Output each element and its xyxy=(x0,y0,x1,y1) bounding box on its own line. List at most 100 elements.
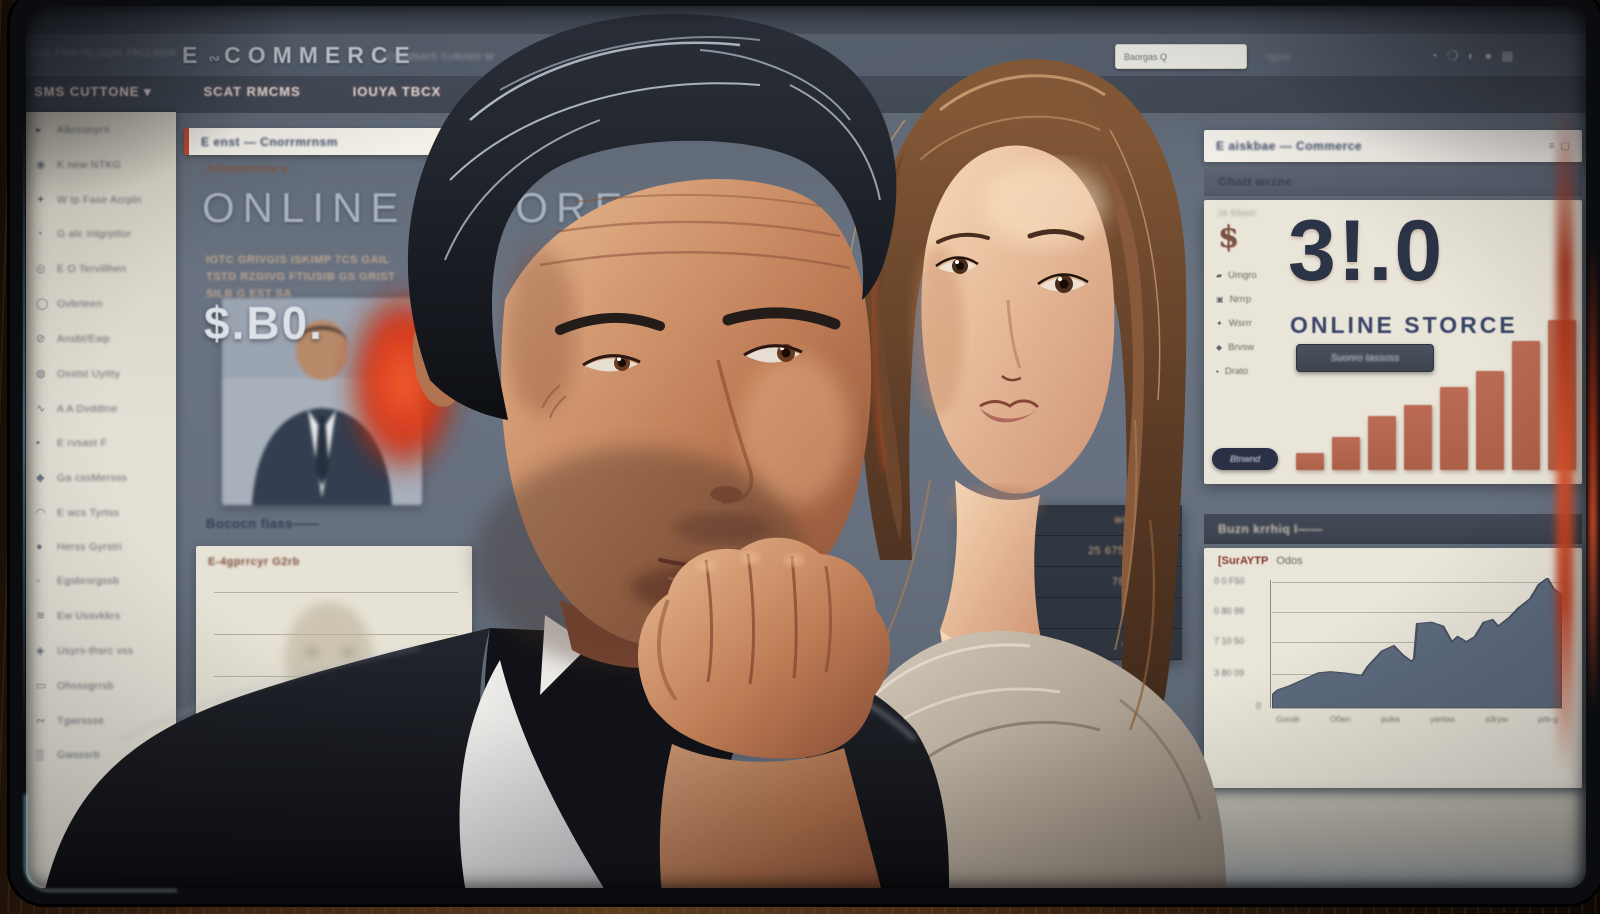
y-axis-tick-label: 3 80 09 xyxy=(1214,668,1244,678)
sidebar-item[interactable]: ◔ G alc Intgrpttor xyxy=(24,217,176,251)
sidebar-item[interactable]: ◎ E O Tervillhen xyxy=(24,251,176,286)
table-row[interactable]: 33.2 783 del 0 0 xyxy=(962,567,1182,598)
header-left-text: SIID PWA ISLOQIS PACLIIGN xyxy=(30,48,176,59)
sidebar-item[interactable]: ◠ E wcs Tyrtss xyxy=(24,495,176,530)
header-icon[interactable]: ❍ xyxy=(1447,48,1459,64)
sidebar-item-icon: ▒ xyxy=(36,749,49,761)
sidebar-item[interactable]: ≋ Ew Ussvkkrs xyxy=(24,598,176,633)
header-right-text: CIONNAIS TURIMS W xyxy=(386,52,494,63)
table-row[interactable]: ADD 0 25 675 8B9 G 0 xyxy=(962,536,1182,567)
sidebar-item-label: W tp Fase Acrpln xyxy=(57,194,142,206)
out-of-focus-band xyxy=(1204,792,1582,888)
stats-menu-icon: ▣ xyxy=(1216,295,1224,304)
sidebar-item[interactable]: ▸ Alkrconyr≡ xyxy=(24,112,176,147)
sidebar-item[interactable]: ∾ Tgwrssse xyxy=(24,703,176,738)
nav-item[interactable]: SMW xyxy=(493,84,528,100)
sidebar-item[interactable]: ▫ Egsbrorgssb xyxy=(24,564,176,598)
man-shirt xyxy=(460,660,620,914)
sidebar-item-icon: ∾ xyxy=(36,714,49,727)
sidebar-item[interactable]: ◆ Ga cssMersss xyxy=(24,460,176,495)
bar xyxy=(1512,341,1540,470)
x-axis-labels: GorabO0enpubayantasa3rywprb-g xyxy=(1276,714,1558,724)
sidebar-item-label: Ohsssgrrsb xyxy=(57,680,114,692)
right-logo-bar[interactable]: E aiskbae — Commerce ≡▢ xyxy=(1204,130,1582,162)
man-suit-right-shoulder xyxy=(760,640,949,914)
sidebar-item[interactable]: ▭ Ohsssgrrsb xyxy=(24,668,176,703)
sidebar-item-icon: ◔ xyxy=(36,228,49,240)
header-icon[interactable]: ◐ xyxy=(1468,48,1476,64)
search-box[interactable] xyxy=(1115,44,1247,69)
trend-chart-panel: [SurAYTPOdos ⋯ 0 0 F500 80 997 10 503 80… xyxy=(1204,548,1582,788)
sidebar-item-label: Egsbrorgssb xyxy=(57,575,119,587)
header-icon[interactable]: ◔ xyxy=(1430,48,1438,64)
sidebar-item[interactable]: ◈ Usyrs-thsrc vss xyxy=(24,633,176,668)
sidebar-item[interactable]: ◯ Ovbrteen xyxy=(24,286,176,321)
pill-badge-button[interactable]: Btnwnd xyxy=(1212,448,1278,470)
customer-panel-header: E-4gprrcyr G2rb xyxy=(208,556,300,568)
sidebar-item[interactable]: ✦ W tp Fase Acrpln xyxy=(24,182,176,217)
storefront-logo-bar[interactable]: E enst — Cnorrmrnsm xyxy=(184,128,576,155)
bar xyxy=(1476,371,1504,470)
stats-menu-item[interactable]: ✦ Wsrrr xyxy=(1216,318,1257,329)
sidebar-item-label: Osstst Uyttty xyxy=(57,368,120,380)
right-logo-text: E aiskbae — Commerce xyxy=(1216,139,1362,153)
cta-label: Suonro tassoss xyxy=(1331,353,1400,364)
orders-table: 681 330 word C940 ADD 0 25 675 8B9 G 0 3… xyxy=(962,505,1182,660)
table-row[interactable]: 681 330 word C940 xyxy=(962,505,1182,536)
header-icon[interactable]: ● xyxy=(1484,48,1492,64)
right-subbar: Ghatt wrzne xyxy=(1204,168,1582,196)
row-value: word C940 xyxy=(1114,514,1172,526)
pill-badge-label: Btnwnd xyxy=(1230,454,1260,464)
dashboard-screen: SIID PWA ISLOQIS PACLIIGN E∾COMMERCE CIO… xyxy=(0,0,1600,914)
online-store-title: ONLINE STIORE xyxy=(202,184,630,232)
nav-item[interactable]: SCAT RMCMS xyxy=(204,84,301,100)
sidebar-item-label: Ga cssMersss xyxy=(57,472,127,484)
stats-menu-item[interactable]: ▪ Drato xyxy=(1216,366,1257,377)
sidebar-item[interactable]: ▒ Gwsssrb xyxy=(24,738,176,772)
sidebar-item-label: K new NTKG xyxy=(57,159,121,171)
row-value: 783 del 0 0 xyxy=(1112,576,1172,588)
y-axis-tick-label: 0 80 99 xyxy=(1214,606,1244,616)
sidebar-item-icon: ● xyxy=(36,541,49,553)
man-face xyxy=(501,179,871,648)
stats-menu-item[interactable]: ◆ Brvsw xyxy=(1216,342,1257,353)
sidebar-item-label: Usyrs-thsrc vss xyxy=(57,645,133,657)
sidebar-item[interactable]: ● Herss Gyrstri xyxy=(24,530,176,564)
man-forearm xyxy=(660,744,888,914)
sidebar-item[interactable]: ◍ Osstst Uyttty xyxy=(24,356,176,391)
big-metric-number: 3!.0 xyxy=(1288,208,1444,294)
header-icon[interactable]: ▦ xyxy=(1501,48,1513,64)
x-axis-tick-label: yantas xyxy=(1430,714,1455,724)
row-value: 4 320 0 4 xyxy=(1122,638,1172,650)
stats-menu-label: Nrrrp xyxy=(1230,294,1252,305)
bottom-header-text: Buzn krrhiq I—— xyxy=(1218,522,1323,536)
woman-top xyxy=(824,631,1226,914)
stats-menu-icon: ▰ xyxy=(1216,271,1222,280)
table-row[interactable]: 68 6K3 0 xyxy=(962,598,1182,629)
stats-menu-item[interactable]: ▰ Umgro xyxy=(1216,270,1257,281)
sidebar-item-icon: ◠ xyxy=(36,506,49,519)
table-row[interactable]: 4 320 0 4 xyxy=(962,629,1182,660)
menu-icon[interactable]: ≡ xyxy=(1549,141,1555,152)
stats-panel: zk Kbavt $ ▰ Umgro ▣ Nrrrp ✦ xyxy=(1204,200,1582,484)
sidebar-item[interactable]: ◉ K new NTKG xyxy=(24,147,176,182)
sidebar-item[interactable]: ⊘ Ansbt/Ewp xyxy=(24,321,176,356)
row-value: 68 6K3 0 xyxy=(1124,607,1172,619)
floating-wad-label: WAD xyxy=(1126,140,1154,152)
nav-item[interactable]: SMS CUTTONE ▾ xyxy=(34,84,152,100)
cta-button[interactable]: Suonro tassoss xyxy=(1296,344,1434,372)
nav-item[interactable]: IOUYA TBCX xyxy=(353,84,442,100)
woman-hair-strand xyxy=(875,150,905,540)
search-input[interactable] xyxy=(1122,51,1240,63)
search-side-label: rgjno xyxy=(1266,52,1290,63)
man-hand-fist xyxy=(638,538,890,759)
bar xyxy=(1332,437,1360,470)
sidebar-item-label: Ansbt/Ewp xyxy=(57,333,110,345)
brand-logo[interactable]: E∾COMMERCE xyxy=(182,42,417,69)
sidebar-item[interactable]: ∿ A A Dvddtne xyxy=(24,391,176,426)
sidebar-item-icon: ✦ xyxy=(36,193,49,206)
man-neck xyxy=(560,600,712,668)
right-subbar-text: Ghatt wrzne xyxy=(1218,175,1292,189)
stats-menu-item[interactable]: ▣ Nrrrp xyxy=(1216,294,1257,305)
sidebar-item[interactable]: ▪ E rvsast F xyxy=(24,426,176,460)
